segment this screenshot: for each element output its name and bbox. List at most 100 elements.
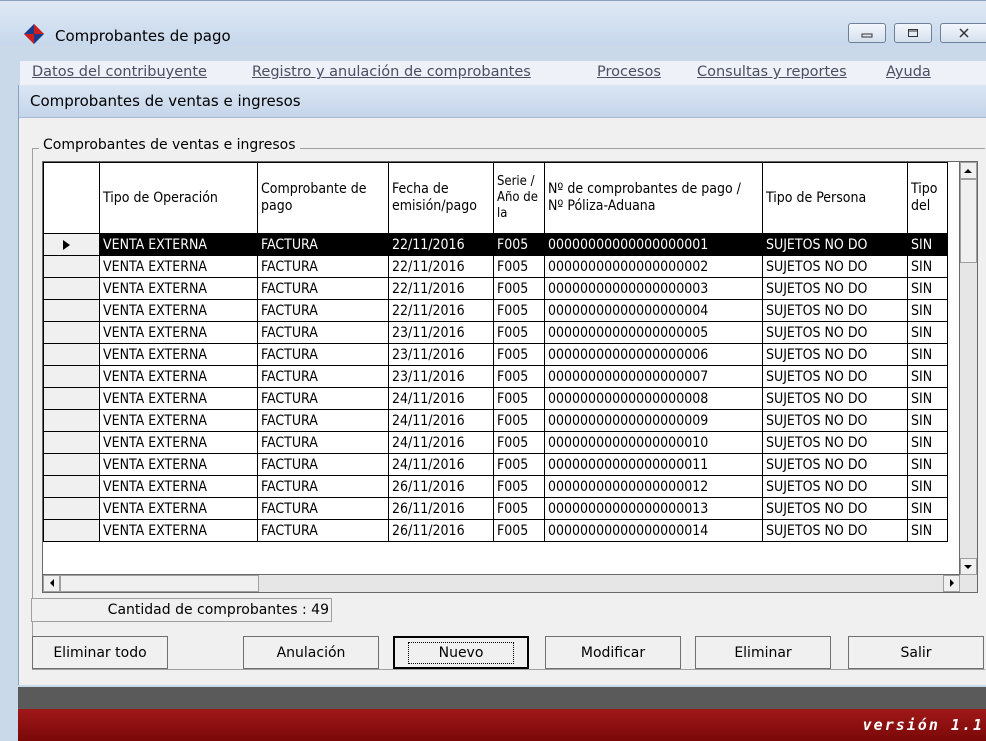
- table-cell[interactable]: VENTA EXTERNA: [99, 255, 258, 278]
- table-cell[interactable]: F005: [493, 343, 545, 366]
- salir-button[interactable]: Salir: [848, 636, 984, 669]
- table-row[interactable]: VENTA EXTERNA FACTURA 23/11/2016 F005 000000…: [43, 321, 948, 344]
- table-cell[interactable]: SUJETOS NO DO: [762, 497, 908, 520]
- menu-registro-anulacion[interactable]: Registro y anulación de comprobantes: [252, 64, 531, 80]
- table-cell[interactable]: SIN: [907, 519, 948, 542]
- table-row[interactable]: VENTA EXTERNA FACTURA 23/11/2016 F005 000000…: [43, 365, 948, 388]
- table-cell[interactable]: SIN: [907, 299, 948, 322]
- table-cell[interactable]: 23/11/2016: [388, 321, 494, 344]
- anulacion-button[interactable]: Anulación: [243, 636, 379, 669]
- table-cell[interactable]: SUJETOS NO DO: [762, 233, 908, 256]
- table-cell[interactable]: 00000000000000000008: [544, 387, 763, 410]
- close-button[interactable]: [940, 23, 986, 43]
- table-cell[interactable]: F005: [493, 475, 545, 498]
- table-cell[interactable]: SIN: [907, 453, 948, 476]
- column-header[interactable]: Tipo de Persona: [762, 162, 908, 234]
- table-cell[interactable]: SIN: [907, 321, 948, 344]
- table-cell[interactable]: SIN: [907, 255, 948, 278]
- column-header[interactable]: Tipo del: [907, 162, 948, 234]
- eliminar-button[interactable]: Eliminar: [695, 636, 831, 669]
- row-indicator[interactable]: [43, 475, 100, 498]
- table-cell[interactable]: FACTURA: [257, 519, 389, 542]
- table-cell[interactable]: 00000000000000000007: [544, 365, 763, 388]
- horizontal-scrollbar[interactable]: [42, 575, 978, 593]
- row-indicator[interactable]: [43, 277, 100, 300]
- table-cell[interactable]: F005: [493, 365, 545, 388]
- table-row[interactable]: VENTA EXTERNA FACTURA 22/11/2016 F005 000000…: [43, 277, 948, 300]
- column-header[interactable]: Fecha de emisión/pago: [388, 162, 494, 234]
- table-cell[interactable]: SUJETOS NO DO: [762, 343, 908, 366]
- table-cell[interactable]: F005: [493, 409, 545, 432]
- vertical-scrollbar[interactable]: [960, 161, 978, 575]
- table-cell[interactable]: FACTURA: [257, 299, 389, 322]
- table-cell[interactable]: VENTA EXTERNA: [99, 519, 258, 542]
- row-indicator[interactable]: [43, 321, 100, 344]
- table-row[interactable]: VENTA EXTERNA FACTURA 22/11/2016 F005 000000…: [43, 255, 948, 278]
- table-cell[interactable]: SIN: [907, 497, 948, 520]
- scroll-up-button[interactable]: [960, 162, 977, 179]
- scroll-left-button[interactable]: [43, 575, 60, 592]
- table-cell[interactable]: FACTURA: [257, 277, 389, 300]
- menu-ayuda[interactable]: Ayuda: [886, 64, 931, 80]
- horizontal-scroll-thumb[interactable]: [60, 575, 259, 592]
- row-indicator[interactable]: [43, 255, 100, 278]
- menu-procesos[interactable]: Procesos: [597, 64, 661, 80]
- table-cell[interactable]: FACTURA: [257, 497, 389, 520]
- table-cell[interactable]: VENTA EXTERNA: [99, 299, 258, 322]
- table-cell[interactable]: 24/11/2016: [388, 387, 494, 410]
- table-cell[interactable]: FACTURA: [257, 475, 389, 498]
- table-cell[interactable]: FACTURA: [257, 409, 389, 432]
- table-cell[interactable]: 22/11/2016: [388, 299, 494, 322]
- table-cell[interactable]: VENTA EXTERNA: [99, 321, 258, 344]
- table-row[interactable]: VENTA EXTERNA FACTURA 26/11/2016 F005 000000…: [43, 475, 948, 498]
- scroll-right-button[interactable]: [943, 575, 960, 592]
- table-cell[interactable]: 00000000000000000001: [544, 233, 763, 256]
- menu-datos-contribuyente[interactable]: Datos del contribuyente: [32, 64, 207, 80]
- table-cell[interactable]: FACTURA: [257, 387, 389, 410]
- table-cell[interactable]: 00000000000000000010: [544, 431, 763, 454]
- table-cell[interactable]: SIN: [907, 233, 948, 256]
- row-indicator[interactable]: [43, 497, 100, 520]
- table-cell[interactable]: SIN: [907, 475, 948, 498]
- menu-consultas-reportes[interactable]: Consultas y reportes: [697, 64, 847, 80]
- table-cell[interactable]: SUJETOS NO DO: [762, 299, 908, 322]
- column-header[interactable]: Tipo de Operación: [99, 162, 258, 234]
- table-cell[interactable]: 26/11/2016: [388, 497, 494, 520]
- table-cell[interactable]: SIN: [907, 277, 948, 300]
- table-cell[interactable]: VENTA EXTERNA: [99, 343, 258, 366]
- table-cell[interactable]: FACTURA: [257, 365, 389, 388]
- table-row[interactable]: VENTA EXTERNA FACTURA 22/11/2016 F005 000000…: [43, 233, 948, 256]
- minimize-button[interactable]: [848, 23, 886, 43]
- column-header[interactable]: Serie / Año de la: [493, 162, 545, 234]
- table-cell[interactable]: 22/11/2016: [388, 233, 494, 256]
- row-indicator[interactable]: [43, 431, 100, 454]
- table-cell[interactable]: FACTURA: [257, 431, 389, 454]
- table-cell[interactable]: SUJETOS NO DO: [762, 321, 908, 344]
- table-row[interactable]: VENTA EXTERNA FACTURA 24/11/2016 F005 000000…: [43, 453, 948, 476]
- table-cell[interactable]: 22/11/2016: [388, 255, 494, 278]
- row-indicator[interactable]: [43, 387, 100, 410]
- table-cell[interactable]: VENTA EXTERNA: [99, 453, 258, 476]
- scroll-down-button[interactable]: [960, 558, 977, 575]
- table-cell[interactable]: 24/11/2016: [388, 453, 494, 476]
- table-cell[interactable]: SUJETOS NO DO: [762, 387, 908, 410]
- table-cell[interactable]: SIN: [907, 431, 948, 454]
- table-cell[interactable]: F005: [493, 453, 545, 476]
- row-indicator[interactable]: [43, 519, 100, 542]
- row-indicator[interactable]: [43, 409, 100, 432]
- vertical-scroll-thumb[interactable]: [960, 179, 977, 263]
- table-cell[interactable]: VENTA EXTERNA: [99, 475, 258, 498]
- table-cell[interactable]: 00000000000000000002: [544, 255, 763, 278]
- table-cell[interactable]: 00000000000000000011: [544, 453, 763, 476]
- table-cell[interactable]: F005: [493, 255, 545, 278]
- table-cell[interactable]: SUJETOS NO DO: [762, 519, 908, 542]
- table-row[interactable]: VENTA EXTERNA FACTURA 23/11/2016 F005 000000…: [43, 343, 948, 366]
- table-cell[interactable]: 24/11/2016: [388, 431, 494, 454]
- table-cell[interactable]: F005: [493, 321, 545, 344]
- table-cell[interactable]: F005: [493, 387, 545, 410]
- table-cell[interactable]: F005: [493, 277, 545, 300]
- table-cell[interactable]: 22/11/2016: [388, 277, 494, 300]
- table-cell[interactable]: 00000000000000000013: [544, 497, 763, 520]
- restore-button[interactable]: [894, 23, 932, 43]
- table-cell[interactable]: SIN: [907, 365, 948, 388]
